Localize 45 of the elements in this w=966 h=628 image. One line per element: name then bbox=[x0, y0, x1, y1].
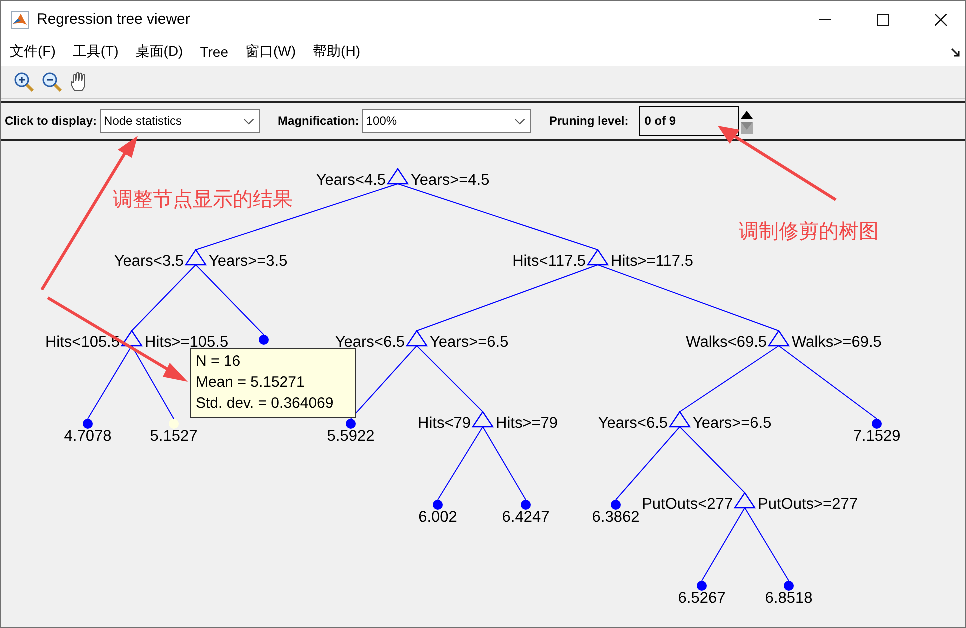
magnification-dropdown[interactable]: 100% bbox=[362, 109, 532, 133]
leaf-value: 4.7078 bbox=[64, 428, 112, 445]
split-condition: Hits>=79 bbox=[496, 415, 558, 432]
split-condition: Years>=6.5 bbox=[693, 415, 772, 432]
tooltip-line: Std. dev. = 0.364069 bbox=[196, 394, 335, 414]
window-title: Regression tree viewer bbox=[37, 11, 190, 28]
menu-item[interactable]: 文件(F) bbox=[10, 43, 56, 61]
split-condition: Years>=6.5 bbox=[430, 334, 509, 351]
pruning-level-field[interactable]: 0 of 9 bbox=[638, 106, 739, 136]
tooltip-line: Mean = 5.15271 bbox=[196, 373, 306, 393]
split-condition: Hits<79 bbox=[418, 415, 471, 432]
split-condition: Years<6.5 bbox=[335, 334, 405, 351]
menu-item[interactable]: 工具(T) bbox=[72, 43, 119, 61]
leaf-value: 5.5922 bbox=[327, 428, 375, 445]
display-dropdown[interactable]: Node statistics bbox=[100, 109, 260, 133]
split-condition: Walks>=69.5 bbox=[792, 334, 882, 351]
split-condition: Hits>=117.5 bbox=[611, 253, 694, 270]
tooltip-line: N = 16 bbox=[196, 352, 242, 372]
split-condition: Years>=4.5 bbox=[411, 172, 490, 189]
menu-item[interactable]: Tree bbox=[200, 44, 228, 60]
display-label: Click to display: bbox=[5, 114, 98, 128]
leaf-value: 6.5267 bbox=[678, 590, 726, 607]
leaf-value: 6.8518 bbox=[765, 590, 813, 607]
annotation-text: 调制修剪的树图 bbox=[739, 220, 879, 245]
split-condition: PutOuts<277 bbox=[642, 496, 733, 513]
leaf-value: 6.002 bbox=[418, 509, 458, 526]
split-condition: PutOuts>=277 bbox=[758, 496, 858, 513]
menu-item[interactable]: 帮助(H) bbox=[313, 43, 360, 61]
split-condition: Years<4.5 bbox=[316, 172, 386, 189]
split-condition: Hits<117.5 bbox=[512, 253, 586, 270]
pruning-level-label: Pruning level: bbox=[549, 114, 629, 128]
split-condition: Hits<105.5 bbox=[45, 334, 120, 351]
leaf-value: 5.1527 bbox=[150, 428, 198, 445]
leaf-value: 6.3862 bbox=[592, 509, 640, 526]
leaf-value: 6.4247 bbox=[502, 509, 550, 526]
split-condition: Years<3.5 bbox=[114, 253, 184, 270]
magnification-label: Magnification: bbox=[278, 114, 360, 128]
menu-item[interactable]: 桌面(D) bbox=[136, 43, 184, 61]
split-condition: Years>=3.5 bbox=[209, 253, 288, 270]
split-condition: Hits>=105.5 bbox=[145, 334, 229, 351]
split-condition: Walks<69.5 bbox=[686, 334, 767, 351]
menu-item[interactable]: 窗口(W) bbox=[246, 43, 296, 61]
split-condition: Years<6.5 bbox=[598, 415, 668, 432]
annotation-text: 调整节点显示的结果 bbox=[113, 188, 293, 213]
leaf-value: 7.1529 bbox=[853, 428, 901, 445]
